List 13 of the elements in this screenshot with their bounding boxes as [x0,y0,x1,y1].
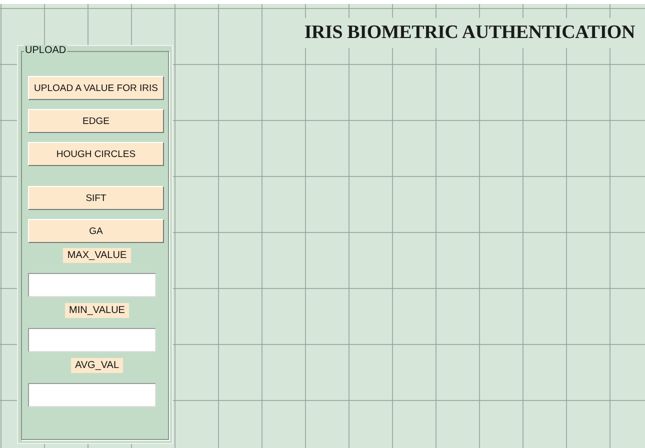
field-label: AVG_VAL [70,358,124,373]
field-label: MIN_VALUE [65,303,129,318]
action-button[interactable]: EDGE [28,109,164,133]
field-label: MAX_VALUE [63,248,131,263]
panel-title: UPLOAD [24,45,68,56]
action-button[interactable]: GA [28,219,164,243]
app-title: IRIS BIOMETRIC AUTHENTICATION [302,18,637,48]
value-field[interactable] [28,328,156,352]
value-field[interactable] [28,383,156,407]
action-button[interactable]: UPLOAD A VALUE FOR IRIS [28,76,164,100]
value-field[interactable] [28,273,156,297]
action-button[interactable]: SIFT [28,186,164,210]
action-button[interactable]: HOUGH CIRCLES [28,142,164,166]
